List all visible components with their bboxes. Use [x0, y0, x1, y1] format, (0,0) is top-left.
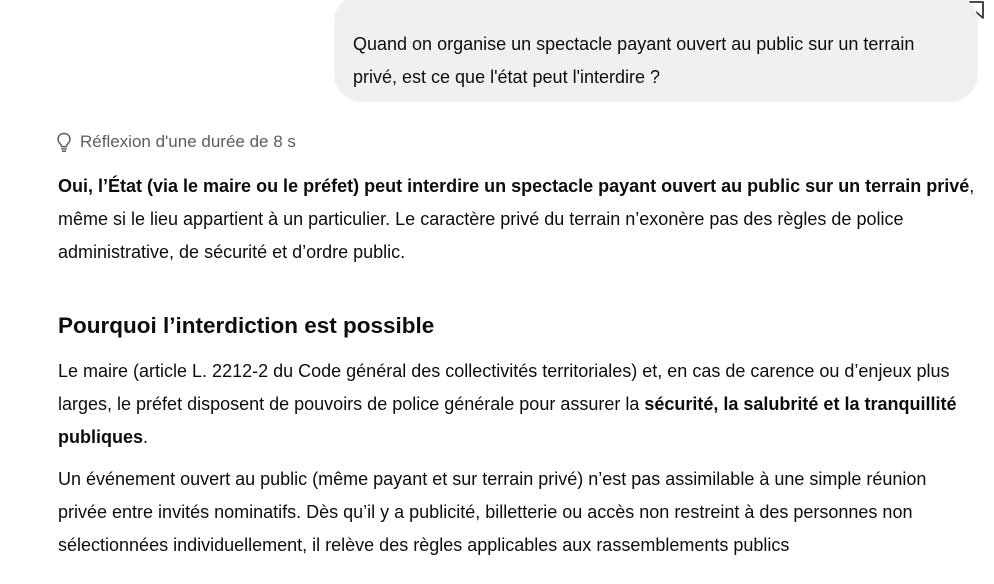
user-message-text: Quand on organise un spectacle payant ou… [353, 34, 915, 87]
lightbulb-icon [57, 132, 71, 153]
user-message-bubble: Quand on organise un spectacle payant ou… [334, 0, 978, 102]
answer-intro: Oui, l’État (via le maire ou le préfet) … [58, 170, 978, 269]
assistant-answer: Oui, l’État (via le maire ou le préfet) … [58, 170, 978, 562]
answer-heading: Pourquoi l’interdiction est possible [58, 313, 435, 338]
chat-page: Quand on organise un spectacle payant ou… [0, 0, 994, 584]
mayor-end: . [143, 427, 149, 447]
answer-intro-bold: Oui, l’État (via le maire ou le préfet) … [58, 176, 970, 196]
answer-paragraph-event: Un événement ouvert au public (même paya… [58, 469, 927, 555]
reflection-label: Réflexion d'une durée de 8 s [80, 132, 296, 151]
reflection-toggle[interactable]: Réflexion d'une durée de 8 s [55, 131, 296, 153]
answer-paragraph-mayor: Le maire (article L. 2212-2 du Code géné… [58, 355, 978, 454]
